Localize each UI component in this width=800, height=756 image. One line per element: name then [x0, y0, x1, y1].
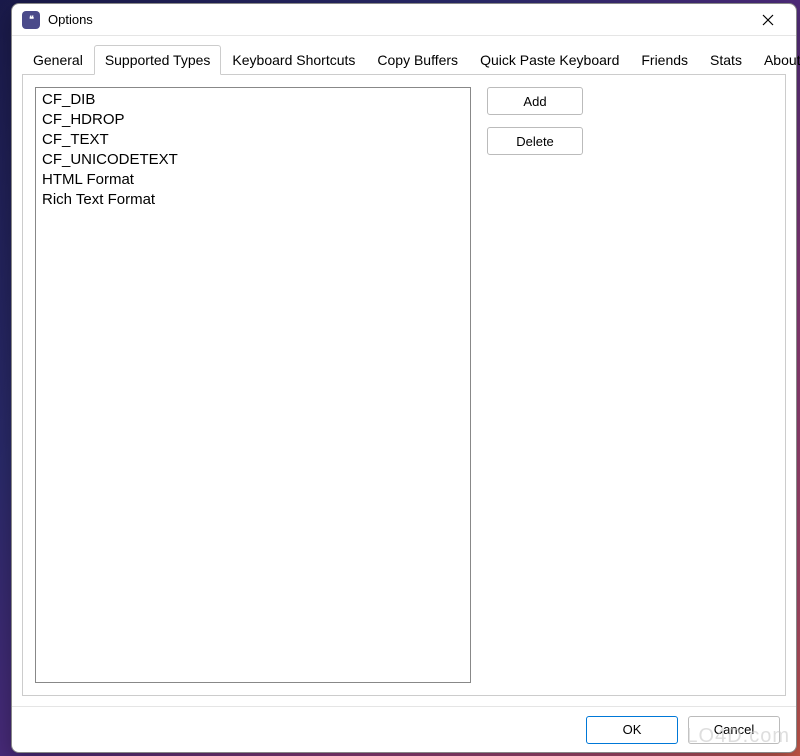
list-item[interactable]: HTML Format	[40, 170, 466, 190]
list-item[interactable]: Rich Text Format	[40, 190, 466, 210]
list-item[interactable]: CF_DIB	[40, 90, 466, 110]
delete-button[interactable]: Delete	[487, 127, 583, 155]
options-dialog: ❝ Options General Supported Types Keyboa…	[11, 3, 797, 753]
close-icon	[762, 14, 774, 26]
dialog-footer: OK Cancel	[12, 706, 796, 752]
dialog-content: General Supported Types Keyboard Shortcu…	[12, 36, 796, 706]
add-button[interactable]: Add	[487, 87, 583, 115]
app-icon: ❝	[22, 11, 40, 29]
cancel-button[interactable]: Cancel	[688, 716, 780, 744]
tab-about[interactable]: About	[753, 45, 800, 75]
side-button-column: Add Delete	[487, 87, 583, 683]
tab-general[interactable]: General	[22, 45, 94, 75]
tab-strip: General Supported Types Keyboard Shortcu…	[22, 44, 786, 75]
tab-quick-paste-keyboard[interactable]: Quick Paste Keyboard	[469, 45, 630, 75]
list-item[interactable]: CF_UNICODETEXT	[40, 150, 466, 170]
tab-supported-types[interactable]: Supported Types	[94, 45, 222, 75]
titlebar: ❝ Options	[12, 4, 796, 36]
tab-keyboard-shortcuts[interactable]: Keyboard Shortcuts	[221, 45, 366, 75]
list-item[interactable]: CF_TEXT	[40, 130, 466, 150]
tab-panel-supported-types: CF_DIB CF_HDROP CF_TEXT CF_UNICODETEXT H…	[22, 75, 786, 696]
tab-copy-buffers[interactable]: Copy Buffers	[366, 45, 469, 75]
supported-types-listbox[interactable]: CF_DIB CF_HDROP CF_TEXT CF_UNICODETEXT H…	[35, 87, 471, 683]
window-title: Options	[48, 12, 750, 27]
close-button[interactable]	[750, 6, 786, 34]
list-item[interactable]: CF_HDROP	[40, 110, 466, 130]
tab-stats[interactable]: Stats	[699, 45, 753, 75]
ok-button[interactable]: OK	[586, 716, 678, 744]
tab-friends[interactable]: Friends	[630, 45, 699, 75]
